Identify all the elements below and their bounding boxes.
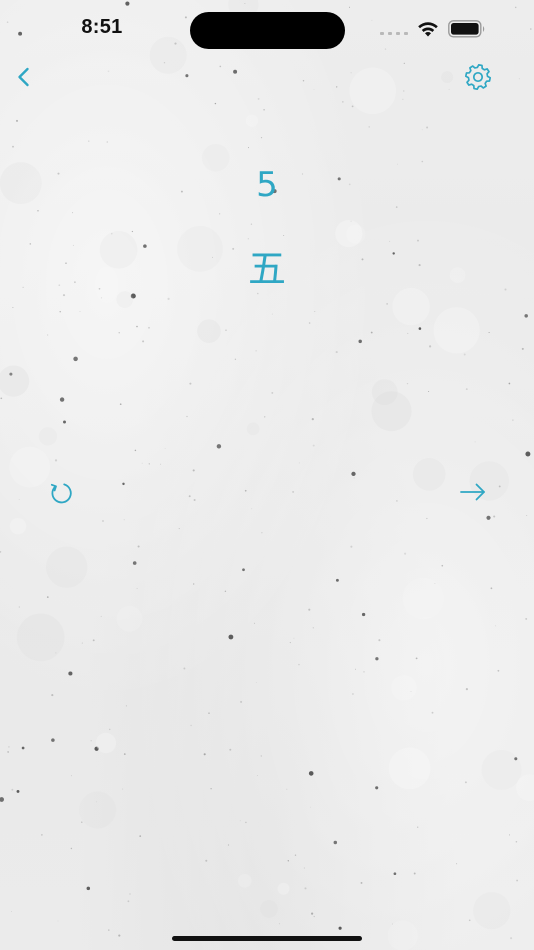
refresh-icon [50, 483, 72, 504]
kanji-label: 五 [247, 247, 286, 291]
battery-icon [448, 20, 485, 38]
wifi-icon [418, 22, 438, 37]
refresh-button[interactable] [39, 471, 83, 515]
next-button[interactable] [451, 470, 495, 514]
status-bar: 8:51 [0, 0, 534, 60]
cellular-signal-icon [380, 32, 408, 35]
settings-button[interactable] [456, 55, 500, 99]
chevron-left-icon [18, 67, 29, 87]
dynamic-island [190, 12, 345, 49]
number-label: 5 [256, 165, 278, 205]
status-time: 8:51 [81, 16, 123, 38]
home-indicator [172, 936, 362, 941]
back-button[interactable] [2, 55, 46, 99]
gear-icon [464, 63, 492, 91]
arrow-right-icon [460, 483, 485, 501]
